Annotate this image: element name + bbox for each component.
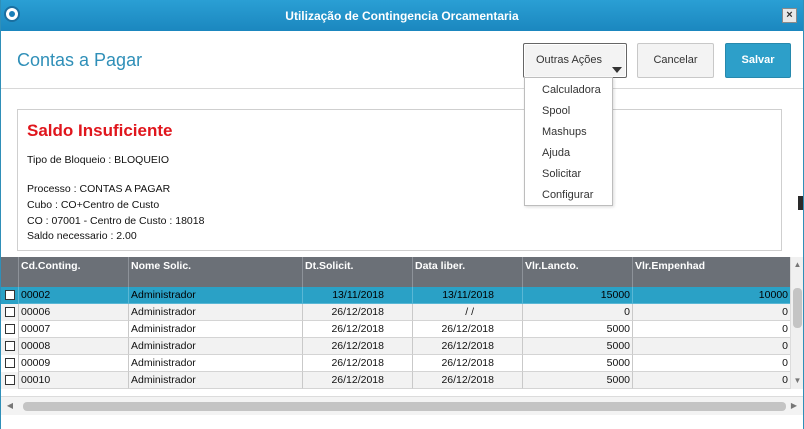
cell-data-liber: 26/12/2018	[412, 355, 522, 372]
table-row[interactable]: 00010 Administrador 26/12/2018 26/12/201…	[1, 372, 790, 389]
cell-nome: Administrador	[128, 355, 302, 372]
cell-vlr-empenhad: 0	[632, 372, 790, 389]
horizontal-scroll-thumb[interactable]	[23, 402, 786, 411]
cell-vlr-empenhad: 0	[632, 304, 790, 321]
cell-codigo: 00010	[18, 372, 128, 389]
cell-nome: Administrador	[128, 372, 302, 389]
menu-item-solicitar[interactable]: Solicitar	[525, 164, 612, 185]
cell-dt-solicit: 26/12/2018	[302, 372, 412, 389]
title-bar[interactable]: Utilização de Contingencia Orcamentaria …	[1, 0, 803, 31]
cell-dt-solicit: 13/11/2018	[302, 287, 412, 304]
cell-codigo: 00002	[18, 287, 128, 304]
cell-vlr-empenhad: 10000	[632, 287, 790, 304]
saldo-text: Saldo necessario : 2.00	[27, 230, 137, 242]
vertical-scroll-thumb[interactable]	[793, 288, 802, 328]
row-checkbox[interactable]	[5, 375, 15, 385]
window-title: Utilização de Contingencia Orcamentaria	[285, 9, 519, 23]
cell-vlr-empenhad: 0	[632, 338, 790, 355]
cancel-button[interactable]: Cancelar	[637, 43, 714, 78]
cell-codigo: 00008	[18, 338, 128, 355]
caret-down-icon	[612, 67, 622, 73]
message-title: Saldo Insuficiente	[27, 121, 173, 140]
cell-dt-solicit: 26/12/2018	[302, 304, 412, 321]
window-edge-marker	[798, 196, 803, 210]
header-vlr-empenhad[interactable]: Vlr.Empenhad	[632, 257, 790, 287]
message-panel: Saldo Insuficiente Tipo de Bloqueio : BL…	[17, 109, 782, 251]
cell-data-liber: 26/12/2018	[412, 321, 522, 338]
header-checkbox-column	[1, 257, 18, 287]
scroll-right-arrow-icon[interactable]: ▶	[788, 400, 800, 412]
scroll-left-arrow-icon[interactable]: ◀	[4, 400, 16, 412]
row-checkbox[interactable]	[5, 341, 15, 351]
cell-vlr-lancto: 0	[522, 304, 632, 321]
cell-nome: Administrador	[128, 321, 302, 338]
cell-data-liber: 26/12/2018	[412, 338, 522, 355]
cell-codigo: 00009	[18, 355, 128, 372]
outras-acoes-button[interactable]: Outras Ações	[523, 43, 627, 78]
outras-acoes-label: Outras Ações	[536, 54, 603, 66]
save-button[interactable]: Salvar	[725, 43, 791, 78]
menu-item-spool[interactable]: Spool	[525, 101, 612, 122]
menu-item-calculadora[interactable]: Calculadora	[525, 80, 612, 101]
menu-item-configurar[interactable]: Configurar	[525, 185, 612, 206]
cell-vlr-lancto: 5000	[522, 372, 632, 389]
cubo-text: Cubo : CO+Centro de Custo	[27, 199, 160, 211]
grid-header: Cd.Conting. Nome Solic. Dt.Solicit. Data…	[1, 257, 790, 287]
cell-codigo: 00006	[18, 304, 128, 321]
header-vlr-lancto[interactable]: Vlr.Lancto.	[522, 257, 632, 287]
processo-text: Processo : CONTAS A PAGAR	[27, 183, 171, 195]
row-checkbox[interactable]	[5, 324, 15, 334]
scroll-up-arrow-icon[interactable]: ▲	[792, 259, 803, 271]
cell-vlr-lancto: 5000	[522, 338, 632, 355]
cell-dt-solicit: 26/12/2018	[302, 338, 412, 355]
cell-vlr-lancto: 15000	[522, 287, 632, 304]
header-data-liber[interactable]: Data liber.	[412, 257, 522, 287]
table-row[interactable]: 00006 Administrador 26/12/2018 / / 0 0	[1, 304, 790, 321]
horizontal-scrollbar[interactable]: ◀ ▶	[1, 396, 803, 415]
cell-dt-solicit: 26/12/2018	[302, 321, 412, 338]
cell-vlr-empenhad: 0	[632, 321, 790, 338]
close-icon[interactable]: ×	[782, 8, 797, 23]
menu-item-mashups[interactable]: Mashups	[525, 122, 612, 143]
cell-nome: Administrador	[128, 338, 302, 355]
cell-dt-solicit: 26/12/2018	[302, 355, 412, 372]
cell-data-liber: / /	[412, 304, 522, 321]
cell-vlr-lancto: 5000	[522, 321, 632, 338]
contingencia-grid: Cd.Conting. Nome Solic. Dt.Solicit. Data…	[1, 257, 803, 389]
cell-data-liber: 26/12/2018	[412, 372, 522, 389]
co-text: CO : 07001 - Centro de Custo : 18018	[27, 215, 205, 227]
row-checkbox[interactable]	[5, 358, 15, 368]
page-header: Contas a Pagar Outras Ações Cancelar Sal…	[1, 31, 803, 89]
row-checkbox[interactable]	[5, 290, 15, 300]
header-cd-conting[interactable]: Cd.Conting.	[18, 257, 128, 287]
table-row[interactable]: 00009 Administrador 26/12/2018 26/12/201…	[1, 355, 790, 372]
cell-vlr-empenhad: 0	[632, 355, 790, 372]
page-title: Contas a Pagar	[17, 50, 143, 70]
header-nome-solic[interactable]: Nome Solic.	[128, 257, 302, 287]
vertical-scrollbar[interactable]: ▲ ▼	[790, 257, 803, 389]
cell-nome: Administrador	[128, 304, 302, 321]
cell-vlr-lancto: 5000	[522, 355, 632, 372]
header-dt-solicit[interactable]: Dt.Solicit.	[302, 257, 412, 287]
outras-acoes-menu: Calculadora Spool Mashups Ajuda Solicita…	[524, 77, 613, 206]
table-row[interactable]: 00002 Administrador 13/11/2018 13/11/201…	[1, 287, 790, 304]
cell-nome: Administrador	[128, 287, 302, 304]
scroll-down-arrow-icon[interactable]: ▼	[792, 375, 803, 387]
row-checkbox[interactable]	[5, 307, 15, 317]
dialog-window: Utilização de Contingencia Orcamentaria …	[0, 0, 804, 429]
cell-codigo: 00007	[18, 321, 128, 338]
tipo-bloqueio-text: Tipo de Bloqueio : BLOQUEIO	[27, 154, 170, 166]
table-row[interactable]: 00008 Administrador 26/12/2018 26/12/201…	[1, 338, 790, 355]
cell-data-liber: 13/11/2018	[412, 287, 522, 304]
menu-item-ajuda[interactable]: Ajuda	[525, 143, 612, 164]
table-row[interactable]: 00007 Administrador 26/12/2018 26/12/201…	[1, 321, 790, 338]
